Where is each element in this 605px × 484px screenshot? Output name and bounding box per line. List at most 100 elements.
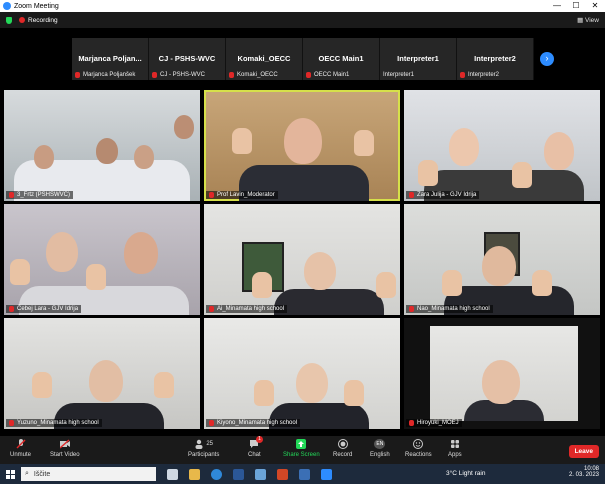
participants-count: 25 bbox=[206, 441, 214, 447]
view-label: View bbox=[585, 17, 599, 24]
video-tile[interactable]: Yuzuno_Minamata high school bbox=[4, 318, 200, 429]
taskbar-search-input[interactable]: ⌕ Iščite bbox=[21, 467, 156, 481]
participants-icon bbox=[195, 439, 203, 449]
file-explorer-icon[interactable] bbox=[189, 468, 200, 480]
close-button[interactable]: ✕ bbox=[585, 0, 605, 12]
powerpoint-icon[interactable] bbox=[277, 468, 288, 480]
muted-mic-icon bbox=[409, 420, 414, 426]
unmute-button[interactable]: Unmute bbox=[10, 439, 31, 458]
window-title: Zoom Meeting bbox=[14, 2, 59, 10]
muted-mic-icon bbox=[229, 72, 234, 78]
task-view-icon[interactable] bbox=[167, 468, 178, 480]
participant-name-label: Ai_Minamata high school bbox=[206, 305, 288, 313]
participant-name-label: Hiroyuki_MOEJ bbox=[406, 419, 462, 427]
windows-taskbar: ⌕ Iščite 3°C Light rain 10:08 2. 03. 202… bbox=[0, 464, 605, 484]
video-tile[interactable]: Ai_Minamata high school bbox=[204, 204, 400, 315]
filmstrip-sub-name: Interpreter2 bbox=[468, 72, 500, 78]
muted-mic-icon bbox=[9, 420, 14, 426]
participant-name-label: Nao_Minamata high school bbox=[406, 305, 493, 313]
zoom-taskbar-icon[interactable] bbox=[321, 468, 332, 480]
next-page-chevron-icon[interactable]: › bbox=[540, 52, 554, 66]
filmstrip-display-name: CJ - PSHS-WVC bbox=[158, 54, 216, 63]
participant-name-label: Kiyono_Minamata high school bbox=[206, 419, 301, 427]
meeting-toolbar: Unmute Start Video 25 Participants 1 Cha… bbox=[0, 436, 605, 464]
security-shield-icon[interactable] bbox=[6, 16, 12, 24]
participant-name-label: Zara Julija - GJV Idrija bbox=[406, 191, 480, 199]
record-icon bbox=[337, 439, 348, 449]
filmstrip: Marjanca Poljan... Marjanca Poljanšek CJ… bbox=[72, 38, 536, 80]
participant-name-label: 3_Frtz (PSHSWVC) bbox=[6, 191, 74, 199]
english-interpretation-button[interactable]: EN English bbox=[370, 439, 390, 458]
weather-widget[interactable]: 3°C Light rain bbox=[446, 470, 485, 477]
muted-mic-icon bbox=[209, 306, 214, 312]
participants-button[interactable]: 25 Participants bbox=[188, 439, 219, 458]
leave-button[interactable]: Leave bbox=[568, 445, 599, 458]
video-tile[interactable]: Kiyono_Minamata high school bbox=[204, 318, 400, 429]
participant-name-label: Čebej Lara - GJV Idrija bbox=[6, 305, 82, 313]
filmstrip-sub-name: Komaki_OECC bbox=[237, 72, 278, 78]
muted-mic-icon bbox=[152, 72, 157, 78]
word-icon[interactable] bbox=[233, 468, 244, 480]
muted-mic-icon bbox=[9, 192, 14, 198]
video-tile[interactable]: 3_Frtz (PSHSWVC) bbox=[4, 90, 200, 201]
chat-button[interactable]: 1 Chat bbox=[248, 436, 263, 458]
video-tile[interactable]: Zara Julija - GJV Idrija bbox=[404, 90, 600, 201]
video-tile[interactable]: Čebej Lara - GJV Idrija bbox=[4, 204, 200, 315]
system-clock[interactable]: 10:08 2. 03. 2023 bbox=[569, 466, 599, 478]
outlook-icon[interactable] bbox=[255, 468, 266, 480]
search-icon: ⌕ bbox=[25, 470, 29, 477]
filmstrip-display-name: Komaki_OECC bbox=[237, 54, 291, 63]
start-video-button[interactable]: Start Video bbox=[50, 439, 80, 458]
filmstrip-tile[interactable]: Marjanca Poljan... Marjanca Poljanšek bbox=[72, 38, 149, 80]
apps-icon bbox=[450, 440, 459, 448]
filmstrip-tile[interactable]: OECC Main1 OECC Main1 bbox=[303, 38, 380, 80]
edge-browser-icon[interactable] bbox=[211, 468, 222, 480]
share-screen-arrow-icon bbox=[296, 439, 307, 449]
video-tile-active-speaker[interactable]: Prof Lavin_Moderator bbox=[204, 90, 400, 201]
maximize-button[interactable]: ☐ bbox=[566, 0, 586, 12]
meeting-topbar: Recording ▦ View bbox=[0, 12, 605, 28]
muted-mic-icon bbox=[409, 306, 414, 312]
filmstrip-display-name: OECC Main1 bbox=[318, 54, 364, 63]
muted-mic-icon bbox=[306, 72, 311, 78]
filmstrip-sub-name: Marjanca Poljanšek bbox=[83, 72, 136, 78]
video-tile[interactable]: Hiroyuki_MOEJ bbox=[404, 318, 600, 429]
muted-mic-icon bbox=[75, 72, 80, 78]
muted-mic-icon bbox=[209, 192, 214, 198]
zoom-logo-icon bbox=[3, 2, 11, 10]
participant-name-label: Prof Lavin_Moderator bbox=[206, 191, 278, 199]
muted-mic-icon bbox=[409, 192, 414, 198]
filmstrip-tile[interactable]: Komaki_OECC Komaki_OECC bbox=[226, 38, 303, 80]
mail-icon[interactable] bbox=[299, 468, 310, 480]
muted-mic-icon bbox=[460, 72, 465, 78]
filmstrip-sub-name: CJ - PSHS-WVC bbox=[160, 72, 205, 78]
recording-label[interactable]: Recording bbox=[28, 17, 58, 24]
record-button[interactable]: Record bbox=[333, 439, 352, 458]
share-screen-button[interactable]: Share Screen bbox=[283, 439, 320, 458]
reactions-button[interactable]: Reactions bbox=[405, 439, 432, 458]
muted-mic-icon bbox=[209, 420, 214, 426]
muted-microphone-icon bbox=[16, 439, 25, 449]
filmstrip-display-name: Interpreter1 bbox=[397, 54, 439, 63]
filmstrip-tile[interactable]: Interpreter1 Interpreter1 bbox=[380, 38, 457, 80]
filmstrip-tile[interactable]: CJ - PSHS-WVC CJ - PSHS-WVC bbox=[149, 38, 226, 80]
window-titlebar: Zoom Meeting — ☐ ✕ bbox=[0, 0, 605, 12]
filmstrip-sub-name: Interpreter1 bbox=[383, 72, 415, 78]
language-globe-icon: EN bbox=[374, 439, 386, 449]
chat-unread-badge: 1 bbox=[256, 436, 263, 443]
view-button[interactable]: ▦ View bbox=[577, 16, 599, 24]
reactions-smiley-icon bbox=[413, 439, 424, 449]
filmstrip-display-name: Interpreter2 bbox=[474, 54, 516, 63]
recording-dot-icon bbox=[19, 17, 25, 23]
minimize-button[interactable]: — bbox=[547, 0, 567, 12]
filmstrip-tile[interactable]: Interpreter2 Interpreter2 bbox=[457, 38, 534, 80]
video-off-icon bbox=[59, 439, 70, 449]
clock-date: 2. 03. 2023 bbox=[568, 472, 599, 478]
windows-start-icon[interactable] bbox=[6, 469, 15, 479]
filmstrip-sub-name: OECC Main1 bbox=[314, 72, 350, 78]
muted-mic-icon bbox=[9, 306, 14, 312]
filmstrip-display-name: Marjanca Poljan... bbox=[78, 54, 142, 63]
participant-name-label: Yuzuno_Minamata high school bbox=[6, 419, 102, 427]
apps-button[interactable]: Apps bbox=[448, 439, 462, 458]
video-tile[interactable]: Nao_Minamata high school bbox=[404, 204, 600, 315]
